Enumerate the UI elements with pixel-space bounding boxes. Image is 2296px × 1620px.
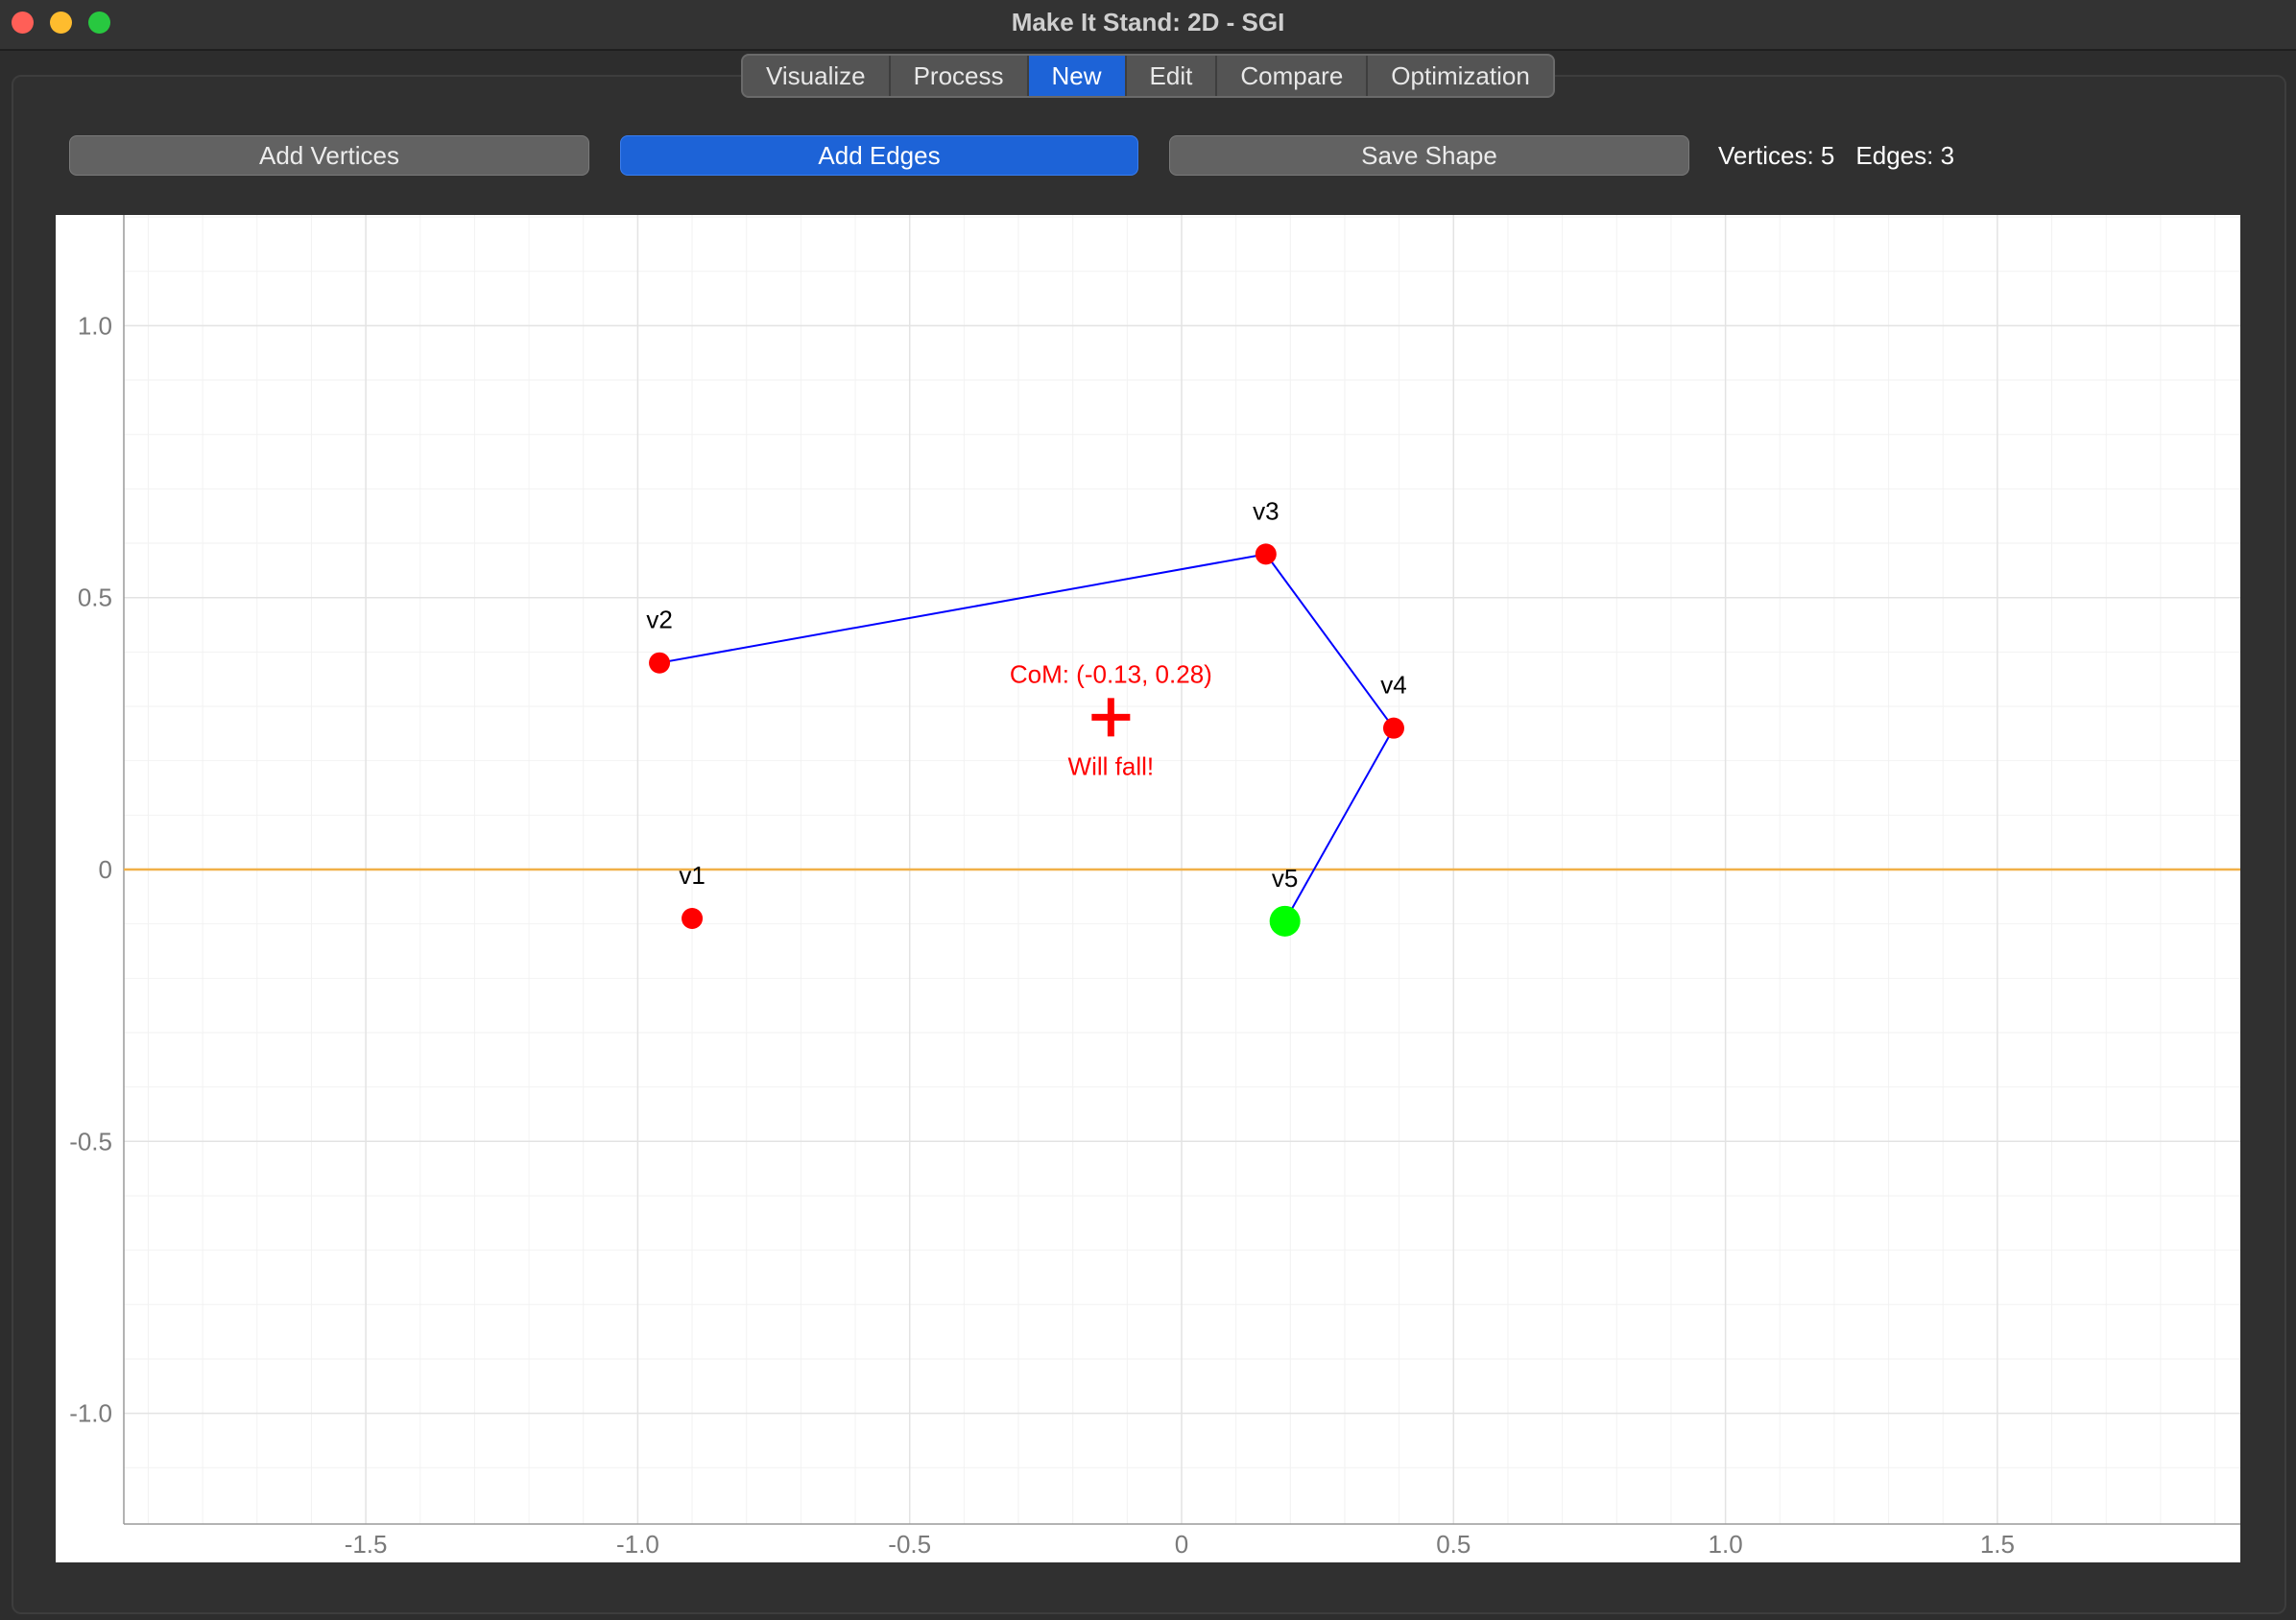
tab-optimization[interactable]: Optimization (1368, 56, 1553, 96)
vertex-v4[interactable] (1382, 717, 1404, 739)
com-label: CoM: (-0.13, 0.28) (1010, 659, 1212, 688)
x-tick-label: -0.5 (888, 1530, 931, 1559)
vertex-v1[interactable] (682, 907, 704, 929)
stability-status: Will fall! (1068, 751, 1155, 780)
tab-compare[interactable]: Compare (1217, 56, 1369, 96)
y-tick-label: -0.5 (69, 1127, 112, 1155)
tab-new[interactable]: New (1028, 56, 1127, 96)
vertex-label-v2: v2 (646, 606, 672, 634)
x-tick-label: 1.5 (1980, 1530, 2015, 1559)
x-tick-label: 0.5 (1436, 1530, 1471, 1559)
window-title: Make It Stand: 2D - SGI (1011, 8, 1285, 36)
app-window: Make It Stand: 2D - SGI Visualize Proces… (0, 0, 2296, 1620)
tab-process[interactable]: Process (891, 56, 1029, 96)
tick-labels: -1.5 -1.0 -0.5 0 0.5 1.0 1.5 1.0 0.5 0 -0.5 -1.0 (69, 311, 2015, 1559)
edge-v4-v5 (1283, 727, 1395, 922)
plot-svg[interactable]: -1.5 -1.0 -0.5 0 0.5 1.0 1.5 1.0 0.5 0 -0.5 -1.0 v1… (56, 215, 2240, 1562)
y-tick-label: 0.5 (78, 584, 112, 612)
y-tick-label: -1.0 (69, 1399, 112, 1428)
shape-canvas[interactable]: -1.5 -1.0 -0.5 0 0.5 1.0 1.5 1.0 0.5 0 -0.5 -1.0 v1… (56, 215, 2240, 1562)
vertex-label-v5: v5 (1272, 864, 1298, 893)
vertex-v3[interactable] (1255, 543, 1277, 565)
add-vertices-button[interactable]: Add Vertices (69, 135, 589, 176)
add-edges-button[interactable]: Add Edges (620, 135, 1138, 176)
vertex-label-v4: v4 (1380, 671, 1406, 700)
tab-edit[interactable]: Edit (1127, 56, 1218, 96)
edge-v3-v4 (1265, 553, 1395, 729)
vertex-v5[interactable] (1269, 905, 1301, 937)
edge-v2-v3 (658, 553, 1266, 664)
shape-stats: Vertices: 5 Edges: 3 (1718, 135, 1975, 176)
tab-bar: Visualize Process New Edit Compare Optim… (741, 54, 1555, 98)
x-tick-label: 1.0 (1709, 1530, 1743, 1559)
vertex-count: Vertices: 5 (1718, 141, 1835, 170)
tab-visualize[interactable]: Visualize (743, 56, 891, 96)
title-bar[interactable]: Make It Stand: 2D - SGI (0, 0, 2296, 51)
vertex-v2[interactable] (649, 652, 671, 674)
y-tick-label: 0 (99, 855, 112, 884)
vertex-label-v3: v3 (1253, 496, 1279, 525)
edge-count: Edges: 3 (1855, 141, 1955, 170)
save-shape-button[interactable]: Save Shape (1169, 135, 1689, 176)
com-cross-vertical (1107, 698, 1114, 737)
y-tick-label: 1.0 (78, 311, 112, 340)
x-tick-label: -1.0 (616, 1530, 659, 1559)
x-tick-label: -1.5 (345, 1530, 388, 1559)
vertex-label-v1: v1 (679, 861, 705, 890)
x-tick-label: 0 (1175, 1530, 1188, 1559)
